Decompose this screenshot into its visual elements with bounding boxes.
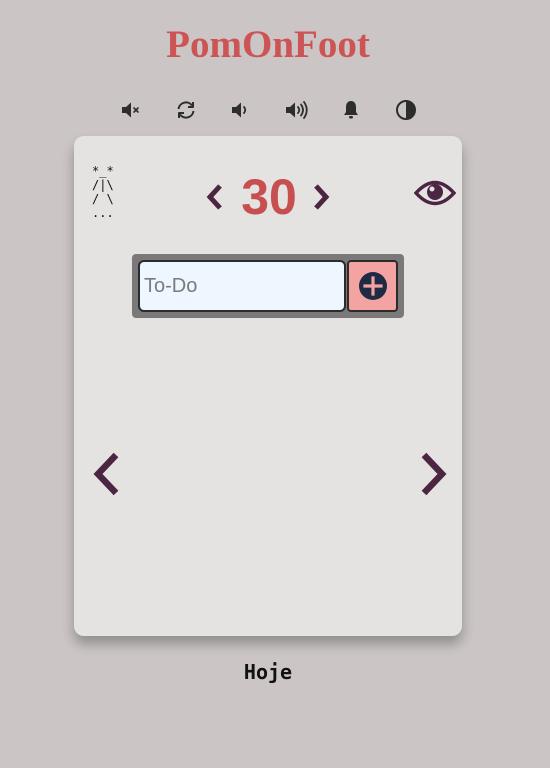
add-todo-button[interactable] — [347, 260, 398, 312]
refresh-icon — [177, 101, 195, 119]
timer-decrease-chevron-left-icon[interactable] — [204, 182, 228, 212]
eye-icon[interactable] — [414, 178, 456, 208]
timer-value: 30 — [241, 169, 297, 225]
pomodoro-card: *_* /|\ / \ ... 30 — [74, 136, 462, 636]
previous-day-chevron-left-icon[interactable] — [90, 452, 122, 496]
timer-control: 30 — [204, 168, 334, 226]
contrast-icon — [396, 100, 416, 120]
volume-down-icon — [232, 102, 247, 118]
refresh-button[interactable] — [172, 96, 200, 124]
bell-icon — [344, 101, 358, 119]
volume-up-button[interactable] — [282, 96, 310, 124]
day-label: Hoje — [243, 660, 293, 684]
next-day-chevron-right-icon[interactable] — [418, 452, 450, 496]
bell-button[interactable] — [337, 96, 365, 124]
todo-input[interactable] — [138, 260, 346, 312]
volume-down-button[interactable] — [227, 96, 255, 124]
app-title: PomOnFoot — [166, 23, 370, 66]
timer-increase-chevron-right-icon[interactable] — [308, 182, 332, 212]
plus-circle-icon — [358, 272, 387, 300]
ascii-walker-figure: *_* /|\ / \ ... — [92, 164, 114, 220]
toolbar — [0, 96, 536, 124]
todo-form — [132, 254, 404, 318]
mute-button[interactable] — [117, 96, 145, 124]
mute-icon — [122, 102, 139, 118]
volume-up-icon — [286, 101, 308, 119]
contrast-button[interactable] — [392, 96, 420, 124]
